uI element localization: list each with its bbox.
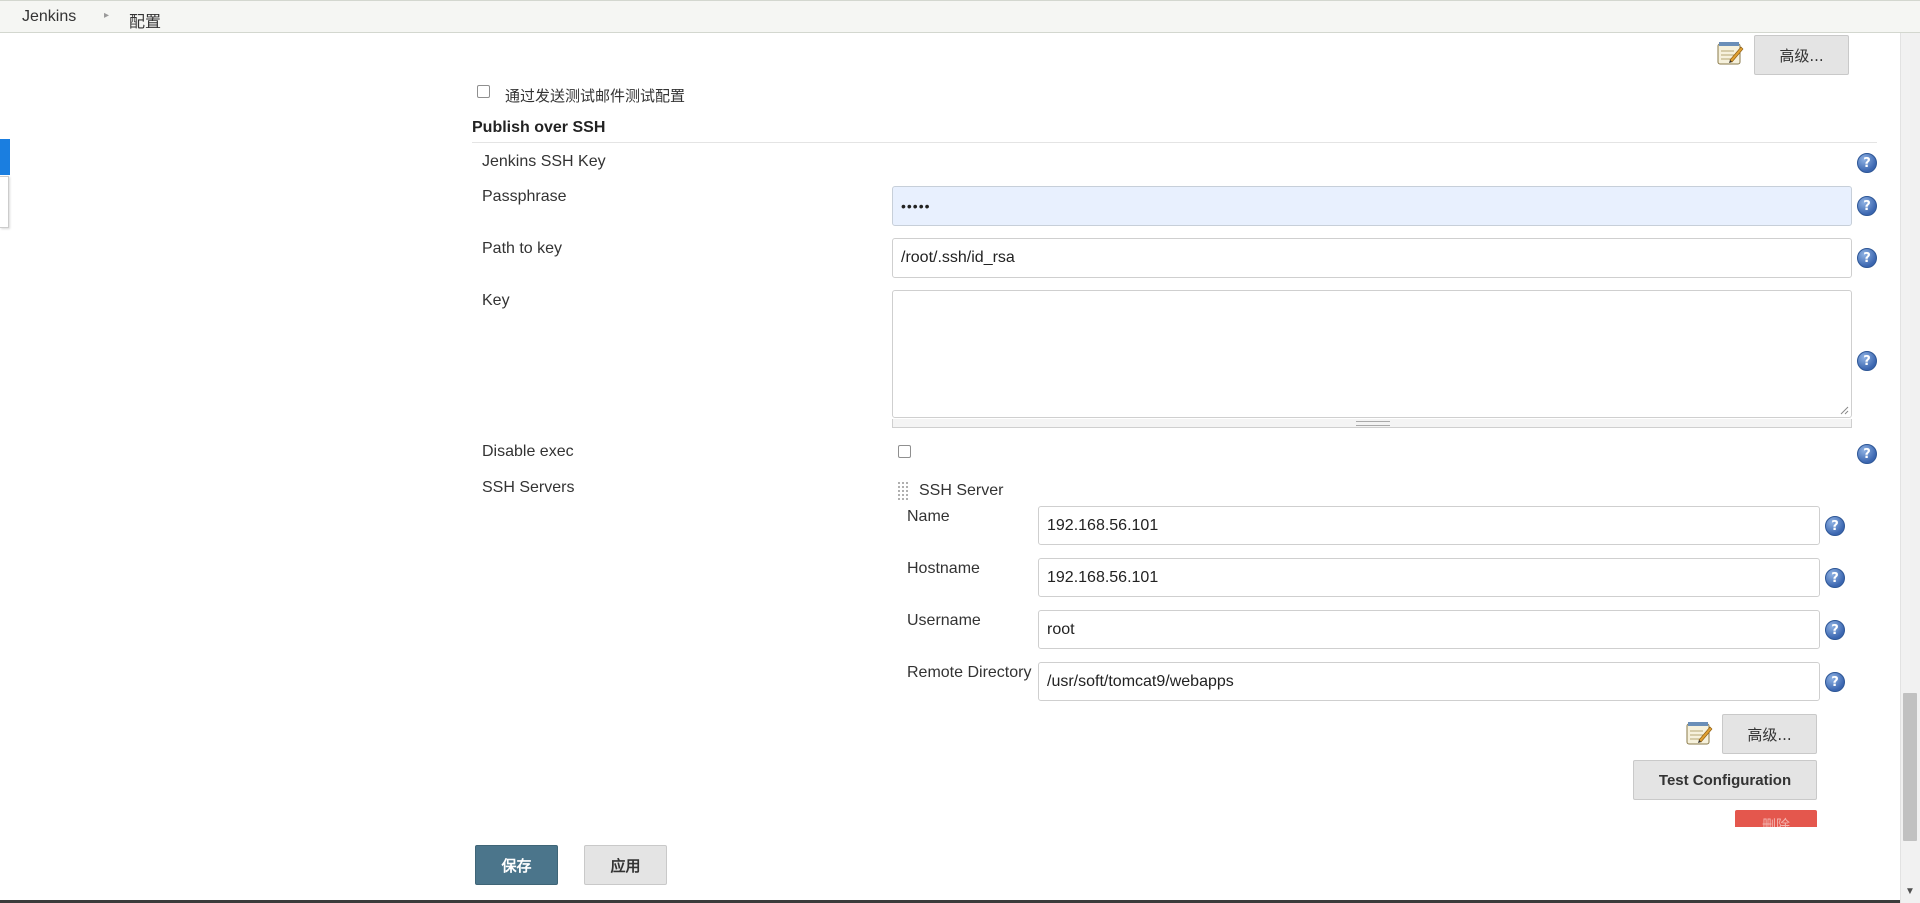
help-icon[interactable]: ? xyxy=(1825,568,1845,588)
test-configuration-button[interactable]: Test Configuration xyxy=(1633,760,1817,800)
help-icon[interactable]: ? xyxy=(1857,153,1877,173)
email-test-checkbox[interactable] xyxy=(477,85,490,98)
username-input[interactable]: root xyxy=(1038,610,1820,649)
hostname-input[interactable]: 192.168.56.101 xyxy=(1038,558,1820,597)
breadcrumb-jenkins[interactable]: Jenkins xyxy=(22,8,76,26)
delete-server-button[interactable]: 删除 xyxy=(1735,810,1817,827)
scrollbar-thumb[interactable] xyxy=(1903,693,1917,841)
chevron-right-icon: ▸ xyxy=(104,10,110,21)
remote-directory-label: Remote Directory xyxy=(907,664,1032,681)
disable-exec-checkbox[interactable] xyxy=(898,445,911,458)
section-title-publish-over-ssh: Publish over SSH xyxy=(472,119,606,136)
help-icon[interactable]: ? xyxy=(1825,516,1845,536)
resize-handle-icon[interactable] xyxy=(1839,405,1849,415)
ssh-server-header: SSH Server xyxy=(919,482,1004,499)
email-test-label: 通过发送测试邮件测试配置 xyxy=(505,87,686,105)
notepad-icon xyxy=(1685,720,1713,751)
breadcrumb-config[interactable]: 配置 xyxy=(129,8,161,32)
jenkins-ssh-key-label: Jenkins SSH Key xyxy=(482,153,606,170)
server-name-input[interactable]: 192.168.56.101 xyxy=(1038,506,1820,545)
server-advanced-button[interactable]: 高级... xyxy=(1722,714,1817,754)
scroll-down-arrow-icon[interactable]: ▼ xyxy=(1903,884,1917,898)
advanced-button-top[interactable]: 高级... xyxy=(1754,35,1849,75)
username-label: Username xyxy=(907,612,981,629)
help-icon[interactable]: ? xyxy=(1825,620,1845,640)
key-label: Key xyxy=(482,292,510,309)
help-icon[interactable]: ? xyxy=(1857,444,1877,464)
breadcrumb-bar: Jenkins ▸ 配置 xyxy=(0,0,1920,33)
sidebar-panel-edge xyxy=(0,176,9,228)
passphrase-label: Passphrase xyxy=(482,188,567,205)
key-textarea[interactable] xyxy=(892,290,1852,418)
save-button[interactable]: 保存 xyxy=(475,845,558,885)
drag-handle-icon[interactable] xyxy=(897,481,909,501)
help-icon[interactable]: ? xyxy=(1857,351,1877,371)
ssh-servers-label: SSH Servers xyxy=(482,479,575,496)
help-icon[interactable]: ? xyxy=(1825,672,1845,692)
path-to-key-label: Path to key xyxy=(482,240,563,257)
passphrase-input[interactable]: ••••• xyxy=(892,186,1852,226)
textarea-resize-bar[interactable] xyxy=(892,419,1852,428)
server-name-label: Name xyxy=(907,508,950,525)
disable-exec-label: Disable exec xyxy=(482,443,574,460)
delete-server-label: 删除 xyxy=(1762,817,1790,827)
help-icon[interactable]: ? xyxy=(1857,196,1877,216)
sidebar-active-tab[interactable] xyxy=(0,139,10,175)
notepad-icon xyxy=(1716,40,1744,71)
help-icon[interactable]: ? xyxy=(1857,248,1877,268)
hostname-label: Hostname xyxy=(907,560,980,577)
remote-directory-input[interactable]: /usr/soft/tomcat9/webapps xyxy=(1038,662,1820,701)
apply-button[interactable]: 应用 xyxy=(584,845,667,885)
section-divider xyxy=(472,142,1877,143)
path-to-key-input[interactable]: /root/.ssh/id_rsa xyxy=(892,238,1852,278)
